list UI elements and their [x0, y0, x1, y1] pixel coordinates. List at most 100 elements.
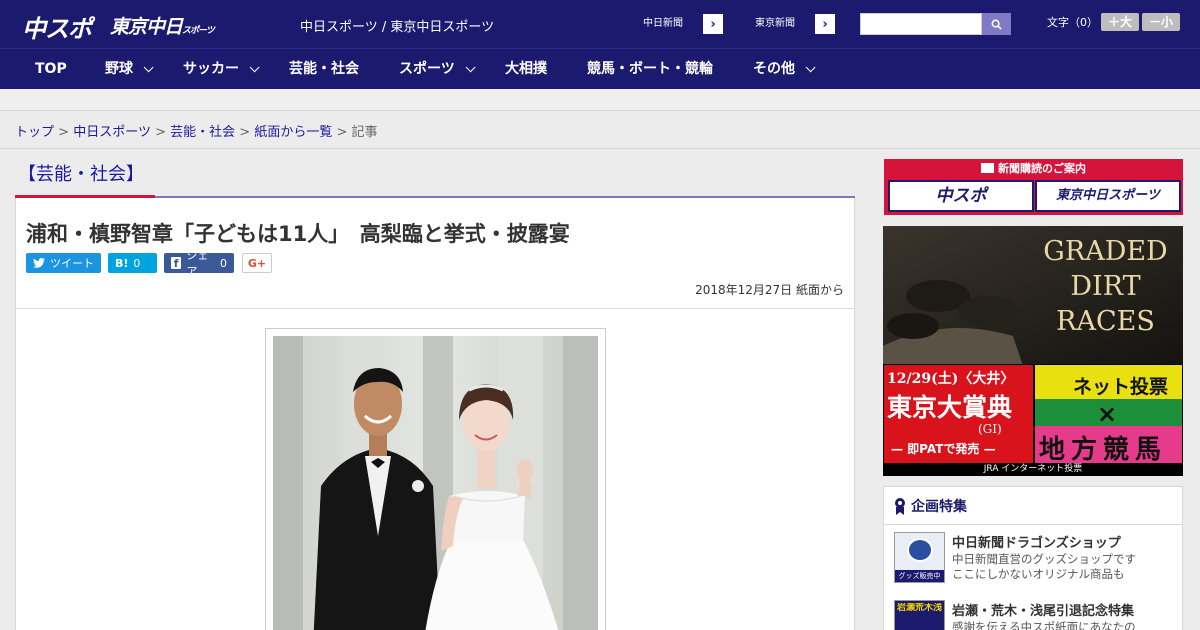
desc-line: 中日新聞直営のグッズショップです: [952, 552, 1136, 566]
article-photo[interactable]: [273, 336, 598, 630]
ext-link-label: 中日新聞: [623, 14, 703, 34]
special-item-desc: 感謝を伝える中スポ紙面にあなたの: [952, 620, 1136, 630]
wedding-photo: [273, 336, 598, 630]
tweet-button[interactable]: ツイート: [26, 253, 101, 273]
nav-label: 競馬・ボート・競輪: [587, 61, 713, 77]
chunichi-shimbun-link[interactable]: 中日新聞 ›: [622, 13, 724, 35]
breadcrumb-separator: >: [336, 125, 348, 140]
chuspo-logo[interactable]: 中スポ: [22, 9, 92, 44]
article-divider: [16, 308, 854, 309]
subscribe-tokyo-chunichi-button[interactable]: 東京中日スポーツ: [1035, 180, 1181, 212]
tokyo-logo-small: スポーツ: [182, 26, 215, 36]
special-item-title: 岩瀬・荒木・浅尾引退記念特集: [952, 604, 1135, 619]
hatena-count: 0: [133, 256, 141, 270]
ad-race-date: 12/29(土)〈大井〉: [887, 371, 1015, 387]
nav-label: その他: [753, 61, 795, 77]
ad-race-grade: (GI): [978, 422, 1002, 436]
article-card: 浦和・槙野智章「子どもは11人」 高梨臨と挙式・披露宴 ツイート B! 0 f …: [15, 198, 855, 630]
nav-entertainment[interactable]: 芸能・社会: [289, 49, 359, 90]
retirement-thumbnail: 岩瀬荒木浅尾: [894, 600, 945, 630]
ribbon-icon: [895, 497, 905, 515]
top-bar: 中スポ 東京中日スポーツ 中日スポーツ / 東京中日スポーツ 中日新聞 › 東京…: [0, 0, 1200, 48]
nav-soccer[interactable]: サッカー: [183, 49, 260, 90]
ad-headline: GRADED DIRT RACES: [1043, 236, 1168, 337]
facebook-share-label: シェア: [186, 249, 209, 278]
nav-racing[interactable]: 競馬・ボート・競輪: [587, 49, 713, 90]
newspaper-icon: [981, 163, 994, 173]
subscription-promo: 新聞購読のご案内 中スポ 東京中日スポーツ: [884, 159, 1183, 215]
chevron-down-icon: [465, 62, 476, 73]
desc-line: 感謝を伝える中スポ紙面にあなたの: [952, 620, 1136, 630]
chevron-down-icon: [805, 62, 816, 73]
breadcrumb-current: 記事: [351, 125, 378, 140]
nav-baseball[interactable]: 野球: [105, 49, 154, 90]
sub-band: [0, 89, 1200, 111]
facebook-share-button[interactable]: f シェア 0: [164, 249, 234, 278]
article-headline: 浦和・槙野智章「子どもは11人」 高梨臨と挙式・披露宴: [26, 222, 570, 246]
tokyo-shimbun-link[interactable]: 東京新聞 ›: [734, 13, 836, 35]
mascot-icon: [907, 538, 933, 562]
thumb-caption: グッズ販売中: [895, 570, 944, 582]
breadcrumb-separator: >: [239, 125, 251, 140]
text-smaller-button[interactable]: －小: [1142, 13, 1180, 31]
search-icon: [991, 19, 1002, 30]
breadcrumb-chunichi-sports[interactable]: 中日スポーツ: [73, 125, 151, 140]
nav-sports[interactable]: スポーツ: [399, 49, 476, 90]
ad-race-note: — 即PATで発売 —: [891, 442, 996, 456]
breadcrumb: トップ > 中日スポーツ > 芸能・社会 > 紙面から一覧 > 記事: [15, 121, 378, 140]
google-plus-button[interactable]: G+: [242, 253, 272, 273]
search-input[interactable]: [860, 13, 982, 35]
tweet-label: ツイート: [50, 257, 94, 270]
ad-local-racing: 地方競馬: [1039, 435, 1168, 465]
text-size-label: 文字（0）: [1047, 16, 1098, 29]
tokyo-logo-text: 東京中日: [110, 16, 183, 38]
nav-label: サッカー: [183, 61, 239, 77]
chevron-right-icon: ›: [710, 16, 716, 32]
nav-sumo[interactable]: 大相撲: [505, 49, 547, 90]
desc-line: ここにしかないオリジナル商品も: [952, 567, 1125, 581]
ad-footer: JRA インターネット投票: [983, 464, 1083, 474]
dragons-shop-thumbnail: グッズ販売中: [894, 532, 945, 583]
breadcrumb-separator: >: [155, 125, 166, 140]
publish-date: 2018年12月27日 紙面から: [695, 283, 844, 297]
nav-label: TOP: [35, 61, 67, 77]
promo-heading: 新聞購読のご案内: [884, 159, 1183, 178]
nav-top[interactable]: TOP: [35, 49, 67, 90]
site-name: 中日スポーツ / 東京中日スポーツ: [300, 20, 495, 35]
breadcrumb-divider: [0, 148, 1200, 149]
twitter-icon: [33, 258, 45, 268]
nav-label: 大相撲: [505, 61, 547, 77]
thumb-caption: 岩瀬荒木浅尾: [897, 603, 942, 613]
category-heading: 【芸能・社会】: [18, 164, 144, 185]
facebook-icon: f: [171, 257, 182, 270]
nav-label: 野球: [105, 61, 133, 77]
breadcrumb-top[interactable]: トップ: [15, 125, 54, 140]
special-heading: 企画特集: [884, 487, 1182, 525]
nav-label: 芸能・社会: [289, 61, 359, 77]
jra-advertisement[interactable]: GRADED DIRT RACES 12/29(土)〈大井〉 東京大賞典 (GI…: [883, 226, 1183, 476]
chevron-right-icon: ›: [822, 16, 828, 32]
chevron-down-icon: [143, 62, 154, 73]
breadcrumb-separator: >: [58, 125, 70, 140]
promo-heading-text: 新聞購読のご案内: [998, 162, 1086, 175]
ad-cross-icon: ×: [1097, 400, 1118, 428]
special-heading-text: 企画特集: [911, 498, 967, 515]
special-features: 企画特集 グッズ販売中 中日新聞ドラゴンズショップ 中日新聞直営のグッズショップ…: [883, 486, 1183, 630]
search-button[interactable]: [982, 13, 1011, 35]
breadcrumb-paper-list[interactable]: 紙面から一覧: [254, 125, 332, 140]
hatena-bookmark-button[interactable]: B! 0: [108, 253, 157, 273]
text-larger-button[interactable]: ＋大: [1101, 13, 1139, 31]
nav-other[interactable]: その他: [753, 49, 816, 90]
subscribe-chuspo-button[interactable]: 中スポ: [888, 180, 1034, 212]
special-item-title: 中日新聞ドラゴンズショップ: [952, 536, 1121, 551]
tokyo-chunichi-logo[interactable]: 東京中日スポーツ: [110, 12, 215, 39]
ad-race-name: 東京大賞典: [887, 393, 1013, 422]
main-nav: TOP 野球 サッカー 芸能・社会 スポーツ 大相撲 競馬・ボート・競輪 その他: [0, 48, 1200, 89]
facebook-share-count: 0: [220, 256, 227, 270]
ext-link-label: 東京新聞: [735, 14, 815, 34]
ad-net-vote: ネット投票: [1073, 376, 1169, 398]
special-item-desc: 中日新聞直営のグッズショップです ここにしかないオリジナル商品も: [952, 552, 1136, 582]
chevron-down-icon: [249, 62, 260, 73]
breadcrumb-entertainment[interactable]: 芸能・社会: [170, 125, 235, 140]
hatena-icon: B!: [115, 256, 129, 270]
